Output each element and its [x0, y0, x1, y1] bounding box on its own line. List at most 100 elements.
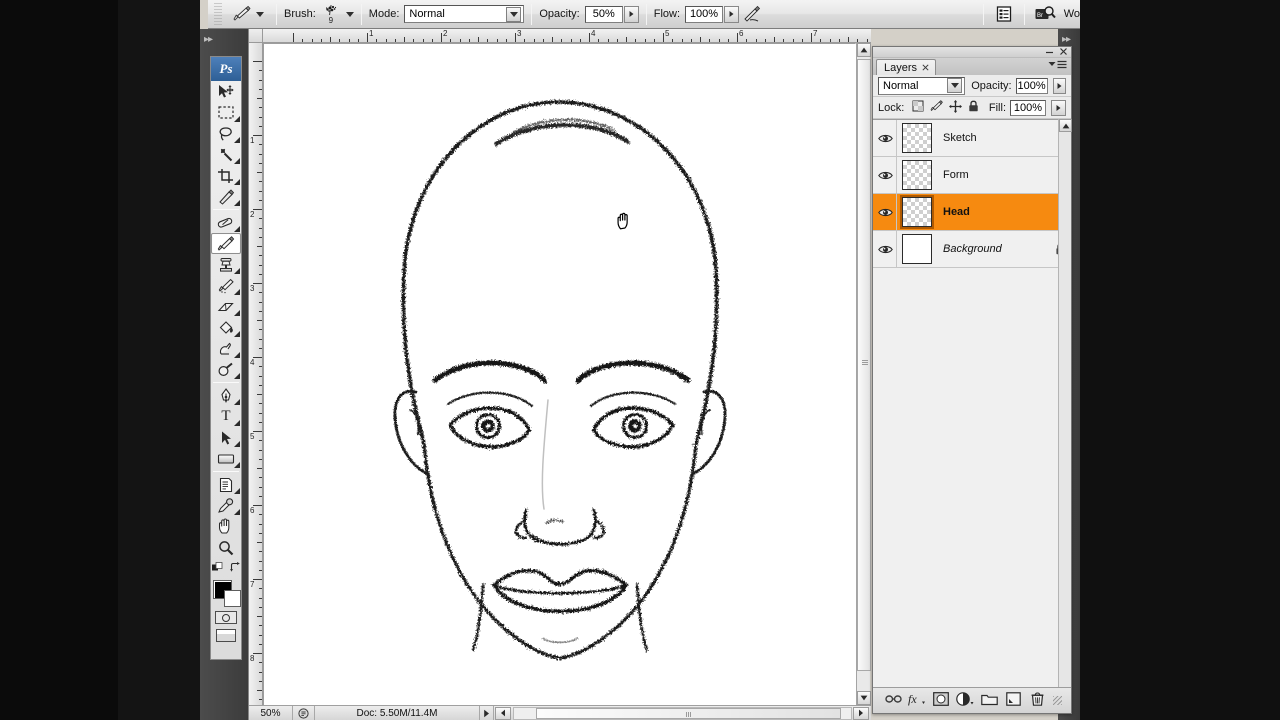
layer-fill-input[interactable]: 100%	[1010, 99, 1046, 116]
clone-stamp-tool[interactable]	[211, 254, 241, 275]
quick-mask-toggle[interactable]	[210, 609, 242, 626]
flow-slider-button[interactable]	[724, 5, 740, 23]
blur-tool[interactable]	[211, 338, 241, 359]
layer-row[interactable]: Sketch	[873, 120, 1071, 157]
layer-list[interactable]: Sketch Form Head Background	[873, 119, 1071, 687]
panel-menu-button[interactable]	[1048, 60, 1067, 69]
screen-mode-button[interactable]	[211, 626, 241, 644]
layer-thumbnail[interactable]	[900, 195, 934, 229]
scroll-thumb[interactable]	[857, 59, 871, 671]
dodge-tool[interactable]	[211, 359, 241, 380]
opacity-slider-button[interactable]	[623, 5, 639, 23]
status-play-button[interactable]	[480, 705, 494, 720]
healing-brush-tool[interactable]	[211, 212, 241, 233]
layer-thumbnail[interactable]	[902, 123, 932, 153]
canvas-horizontal-scrollbar[interactable]	[513, 706, 852, 720]
background-color-swatch[interactable]	[224, 590, 241, 607]
hscroll-right-button[interactable]	[853, 706, 869, 720]
layer-name[interactable]: Form	[937, 169, 1049, 181]
tool-preset-picker[interactable]	[226, 4, 269, 24]
hscroll-thumb[interactable]	[536, 707, 841, 719]
layer-visibility-toggle[interactable]	[875, 194, 897, 230]
layer-blend-mode-select[interactable]: Normal	[878, 76, 966, 95]
history-brush-tool[interactable]	[211, 275, 241, 296]
swap-colors-icon[interactable]	[229, 562, 241, 576]
horizontal-ruler[interactable]: 1234567	[263, 29, 871, 43]
layer-name[interactable]: Head	[937, 206, 1049, 218]
layer-row[interactable]: Head	[873, 194, 1071, 231]
canvas-vertical-scrollbar[interactable]	[856, 43, 871, 705]
layer-thumbnail[interactable]	[902, 160, 932, 190]
workspace-label[interactable]: Wo	[1058, 8, 1080, 20]
brush-tool[interactable]	[211, 233, 241, 254]
layers-panel-titlebar[interactable]	[873, 47, 1071, 58]
default-colors-icon[interactable]	[211, 562, 223, 576]
document-canvas[interactable]	[263, 43, 856, 705]
vertical-ruler[interactable]: 12345678	[249, 43, 263, 705]
layer-thumbnail[interactable]	[902, 234, 932, 264]
lasso-tool[interactable]	[211, 123, 241, 144]
layer-opacity-input[interactable]: 100%	[1015, 77, 1048, 94]
tab-layers[interactable]: Layers	[876, 59, 937, 75]
airbrush-toggle-button[interactable]	[739, 1, 765, 27]
lock-position-icon[interactable]	[949, 99, 963, 116]
slice-tool[interactable]	[211, 186, 241, 207]
lock-image-pixels-icon[interactable]	[930, 100, 944, 115]
dock-expand-button[interactable]: ▸▸	[1062, 34, 1071, 45]
link-layers-button[interactable]	[882, 691, 904, 711]
toolbox-expand-button[interactable]: ▸▸	[204, 34, 220, 46]
new-group-button[interactable]	[979, 691, 1001, 711]
pen-tool[interactable]	[211, 385, 241, 406]
layer-list-scrollbar[interactable]	[1058, 119, 1072, 687]
options-bar-grip[interactable]	[214, 3, 222, 25]
magic-wand-tool[interactable]	[211, 144, 241, 165]
move-tool[interactable]	[211, 81, 241, 102]
layer-row[interactable]: Form	[873, 157, 1071, 194]
eraser-tool[interactable]	[211, 296, 241, 317]
zoom-tool[interactable]	[211, 537, 241, 558]
layer-row[interactable]: Background	[873, 231, 1071, 268]
layer-opacity-slider-button[interactable]	[1052, 77, 1066, 94]
layer-style-button[interactable]: fx	[906, 691, 928, 711]
layer-mask-button[interactable]	[930, 691, 952, 711]
blend-mode-select[interactable]: Normal	[404, 5, 525, 23]
layer-thumbnail-cell[interactable]	[897, 195, 937, 229]
layer-name[interactable]: Background	[937, 243, 1049, 255]
hscroll-left-button[interactable]	[495, 706, 511, 720]
marquee-tool[interactable]	[211, 102, 241, 123]
delete-layer-button[interactable]	[1027, 691, 1049, 711]
path-selection-tool[interactable]	[211, 427, 241, 448]
panel-resize-grip[interactable]	[1052, 696, 1062, 705]
document-sizes-button[interactable]	[293, 705, 315, 720]
adjustment-layer-button[interactable]	[954, 691, 976, 711]
type-tool[interactable]: T	[211, 406, 241, 427]
lock-transparent-pixels-icon[interactable]	[912, 100, 924, 115]
layer-visibility-toggle[interactable]	[875, 157, 897, 193]
layer-thumbnail-cell[interactable]	[897, 123, 937, 153]
crop-tool[interactable]	[211, 165, 241, 186]
scroll-down-button[interactable]	[857, 691, 871, 705]
layer-fill-slider-button[interactable]	[1051, 99, 1066, 116]
flow-input[interactable]: 100%	[685, 5, 724, 23]
chevron-down-icon[interactable]	[345, 11, 354, 17]
canvas-area[interactable]	[263, 43, 857, 705]
close-icon[interactable]	[922, 62, 929, 74]
palette-well-button[interactable]	[991, 1, 1017, 27]
scroll-up-arrow-icon[interactable]	[1059, 119, 1072, 132]
layer-visibility-toggle[interactable]	[875, 231, 897, 267]
hand-tool[interactable]	[211, 516, 241, 537]
shape-tool[interactable]	[211, 448, 241, 469]
eyedropper-tool[interactable]	[211, 495, 241, 516]
ruler-origin-box[interactable]	[249, 29, 263, 43]
layer-thumbnail-cell[interactable]	[897, 234, 937, 264]
zoom-level-input[interactable]: 50%	[249, 705, 293, 720]
layer-name[interactable]: Sketch	[937, 132, 1049, 144]
zoom-view-button[interactable]: Br	[1032, 1, 1058, 27]
gradient-tool[interactable]	[211, 317, 241, 338]
new-layer-button[interactable]	[1003, 691, 1025, 711]
brush-preset-picker[interactable]: 9	[318, 2, 344, 26]
opacity-input[interactable]: 50%	[584, 5, 623, 23]
notes-tool[interactable]	[211, 474, 241, 495]
layer-visibility-toggle[interactable]	[875, 120, 897, 156]
lock-all-icon[interactable]	[968, 100, 979, 115]
